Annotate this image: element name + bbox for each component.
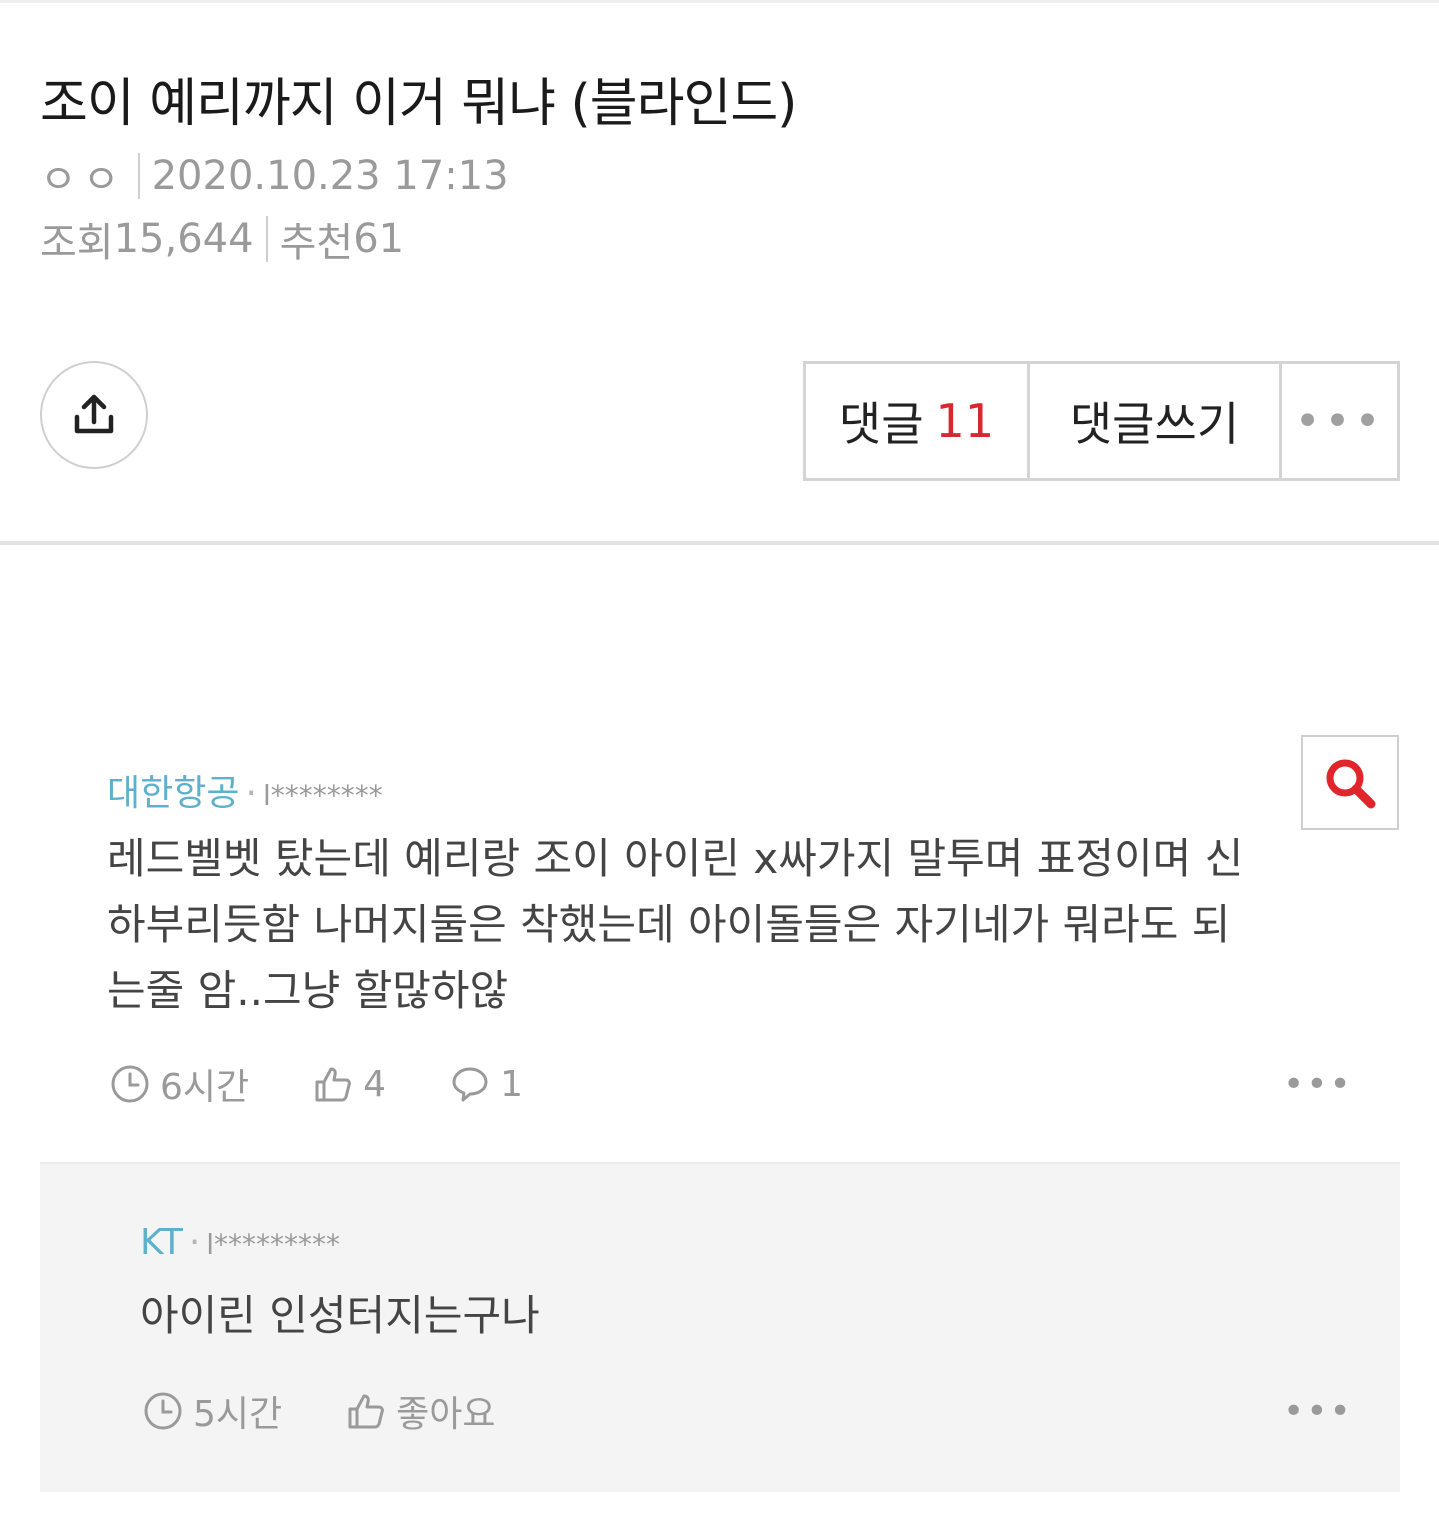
top-rule [0, 0, 1439, 3]
reply-like-button[interactable]: 좋아요 [346, 1385, 496, 1437]
comment-line: 하부리듯함 나머지둘은 착했는데 아이돌들은 자기네가 뭐라도 되 [107, 900, 1231, 949]
comment-meta: 6시간 4 1 [110, 1058, 587, 1110]
search-button[interactable] [1301, 735, 1399, 830]
reply-masked-id: l********* [206, 1228, 341, 1261]
speech-bubble-icon [452, 1067, 488, 1102]
comment-author[interactable]: 대한항공 · l******** [107, 764, 383, 816]
reply-more-button[interactable]: ••• [1283, 1391, 1353, 1432]
like-button[interactable]: 4 [313, 1064, 386, 1105]
comment-line: 는줄 암..그냥 할많하않 [107, 966, 509, 1015]
reply-time-text: 5시간 [193, 1394, 283, 1435]
comment-time-text: 6시간 [160, 1067, 250, 1108]
share-icon [74, 394, 114, 434]
reply-like-label: 좋아요 [396, 1394, 496, 1435]
comment-line: 레드벨벳 탔는데 예리랑 조이 아이린 x싸가지 말투며 표정이며 신 [107, 834, 1244, 883]
author-dot: · [245, 773, 257, 814]
reply-button[interactable]: 1 [450, 1064, 523, 1105]
comments-button[interactable]: 댓글 11 [806, 364, 1030, 478]
reply-line: 아이린 인성터지는구나 [140, 1291, 540, 1340]
author-dot: · [188, 1222, 201, 1263]
reply-body: 아이린 인성터지는구나 [140, 1283, 540, 1349]
post-author[interactable]: ㅇㅇ [40, 147, 126, 205]
comment-masked-id: l******** [262, 779, 383, 812]
comment-more-button[interactable]: ••• [1283, 1064, 1353, 1105]
thumbs-up-icon [348, 1394, 385, 1429]
recommend-label: 추천 [279, 220, 354, 266]
clock-icon [144, 1392, 182, 1430]
comment-body: 레드벨벳 탔는데 예리랑 조이 아이린 x싸가지 말투며 표정이며 신 하부리듯… [107, 826, 1243, 1024]
reply-time: 5시간 [143, 1385, 282, 1437]
post-meta-author-row: ㅇㅇ 2020.10.23 17:13 [40, 148, 509, 204]
views-count: 15,644 [113, 216, 254, 262]
meta-separator [137, 153, 140, 199]
section-divider [0, 541, 1439, 545]
thumbs-up-icon [315, 1067, 352, 1102]
clock-icon [111, 1065, 149, 1103]
comment-company: 대한항공 [107, 773, 240, 814]
share-button[interactable] [40, 361, 148, 469]
reply-count: 1 [500, 1063, 523, 1105]
more-options-button[interactable]: ••• [1282, 364, 1397, 478]
meta-separator [265, 216, 268, 262]
comments-count: 11 [935, 394, 995, 448]
search-icon [1326, 759, 1376, 808]
post-datetime: 2020.10.23 17:13 [151, 153, 509, 199]
write-comment-button[interactable]: 댓글쓰기 [1030, 364, 1282, 478]
like-count: 4 [363, 1063, 387, 1105]
comments-label: 댓글 [838, 397, 924, 451]
post-meta-stats-row: 조회 15,644 추천 61 [40, 211, 404, 267]
reply-author[interactable]: KT · l********* [140, 1222, 340, 1263]
reply-company: KT [140, 1222, 183, 1263]
views-label: 조회 [40, 220, 114, 266]
reply-meta: 5시간 좋아요 [143, 1385, 560, 1437]
comment-time: 6시간 [110, 1058, 249, 1110]
recommend-count: 61 [353, 216, 405, 262]
comment-toolbar: 댓글 11 댓글쓰기 ••• [803, 361, 1400, 481]
post-title: 조이 예리까지 이거 뭐냐 (블라인드) [40, 74, 797, 134]
